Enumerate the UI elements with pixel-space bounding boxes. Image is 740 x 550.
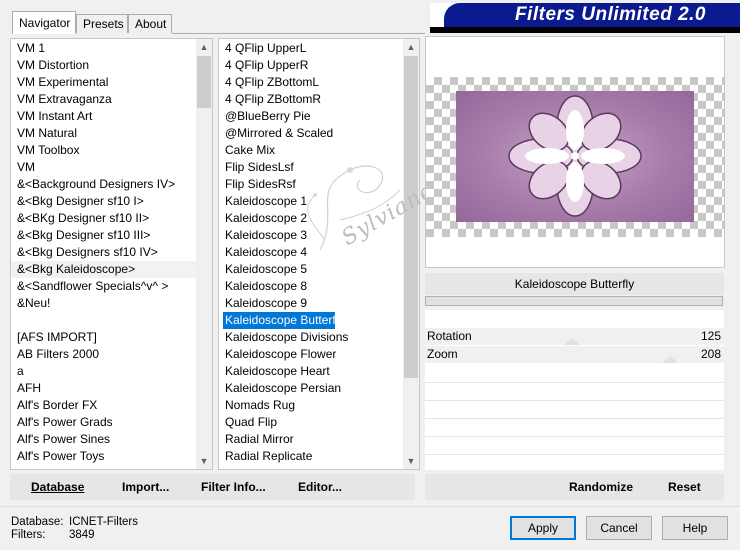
category-list-item[interactable]: &Neu! bbox=[11, 295, 196, 312]
category-list-item[interactable]: &<BKg Designer sf10 II> bbox=[11, 210, 196, 227]
status-filters-value: 3849 bbox=[69, 529, 95, 541]
category-list-item[interactable]: AFH bbox=[11, 380, 196, 397]
status-database-value: ICNET-Filters bbox=[69, 516, 138, 528]
filter-list-item[interactable]: Kaleidoscope Divisions bbox=[219, 329, 403, 346]
param-empty-row bbox=[425, 400, 724, 401]
help-button[interactable]: Help bbox=[662, 516, 728, 540]
reset-button[interactable]: Reset bbox=[668, 480, 701, 494]
category-list-item[interactable] bbox=[11, 312, 196, 329]
preview-panel bbox=[425, 36, 725, 268]
zoom-slider[interactable] bbox=[425, 354, 724, 364]
category-list-item[interactable]: VM Toolbox bbox=[11, 142, 196, 159]
left-toolbar: Database Import... Filter Info... Editor… bbox=[10, 474, 415, 500]
filter-list-item[interactable]: Quad Flip bbox=[219, 414, 403, 431]
apply-button[interactable]: Apply bbox=[510, 516, 576, 540]
filter-list-item[interactable]: Nomads Rug bbox=[219, 397, 403, 414]
category-list[interactable]: VM 1 VM Distortion VM Experimental VM Extra… bbox=[11, 40, 196, 469]
category-list-item[interactable]: &<Bkg Designers sf10 IV> bbox=[11, 244, 196, 261]
status-database-label: Database: bbox=[11, 516, 64, 528]
selected-filter-name: Kaleidoscope Butterfly bbox=[425, 273, 724, 295]
filter-list-item[interactable]: Kaleidoscope Heart bbox=[219, 363, 403, 380]
tab-divider bbox=[172, 33, 425, 34]
tab-navigator[interactable]: Navigator bbox=[12, 11, 76, 34]
randomize-button[interactable]: Randomize bbox=[569, 480, 633, 494]
import-button[interactable]: Import... bbox=[122, 480, 169, 494]
param-empty-row bbox=[425, 382, 724, 383]
preview-image bbox=[456, 91, 694, 222]
cancel-button[interactable]: Cancel bbox=[586, 516, 652, 540]
parameter-panel: Rotation 125 Zoom 208 bbox=[425, 310, 724, 470]
right-toolbar: Randomize Reset bbox=[425, 474, 724, 500]
scroll-down-icon[interactable]: ▼ bbox=[196, 453, 212, 469]
tab-presets[interactable]: Presets bbox=[76, 14, 128, 33]
category-list-item[interactable]: Alf's Power Sines bbox=[11, 431, 196, 448]
filter-list-item[interactable]: Kaleidoscope Flower bbox=[219, 346, 403, 363]
category-list-item[interactable]: &<Bkg Designer sf10 III> bbox=[11, 227, 196, 244]
filter-list-item[interactable]: 4 QFlip UpperR bbox=[219, 57, 403, 74]
tab-about[interactable]: About bbox=[128, 14, 172, 33]
filter-list-item[interactable]: @BlueBerry Pie bbox=[219, 108, 403, 125]
param-empty-row bbox=[425, 454, 724, 455]
filter-list-item[interactable]: Radial Replicate bbox=[219, 448, 403, 465]
category-list-item[interactable]: VM Extravaganza bbox=[11, 91, 196, 108]
category-list-item[interactable]: Alf's Power Toys bbox=[11, 448, 196, 465]
filter-list-item[interactable]: @Mirrored & Scaled bbox=[219, 125, 403, 142]
scroll-thumb[interactable] bbox=[197, 56, 211, 108]
category-list-item[interactable]: Alf's Power Grads bbox=[11, 414, 196, 431]
editor-button[interactable]: Editor... bbox=[298, 480, 342, 494]
category-list-panel: VM 1 VM Distortion VM Experimental VM Extra… bbox=[10, 38, 213, 470]
filter-list[interactable]: 4 QFlip UpperL 4 QFlip UpperR 4 QFlip ZBot… bbox=[219, 40, 403, 469]
database-button[interactable]: Database bbox=[31, 480, 84, 494]
filter-list-item[interactable]: Kaleidoscope 9 bbox=[219, 295, 403, 312]
filter-list-panel: 4 QFlip UpperL 4 QFlip UpperR 4 QFlip ZBot… bbox=[218, 38, 420, 470]
scroll-down-icon[interactable]: ▼ bbox=[403, 453, 419, 469]
category-list-item[interactable]: a bbox=[11, 363, 196, 380]
title-banner: Filters Unlimited 2.0 bbox=[430, 3, 740, 33]
status-filters-label: Filters: bbox=[11, 529, 46, 541]
filter-progress-bar bbox=[425, 296, 723, 306]
banner-title: Filters Unlimited 2.0 bbox=[514, 4, 706, 25]
butterfly-kaleidoscope-icon bbox=[508, 95, 642, 217]
category-list-item[interactable]: VM Distortion bbox=[11, 57, 196, 74]
status-separator bbox=[0, 506, 740, 507]
category-list-item[interactable]: &<Bkg Kaleidoscope> bbox=[11, 261, 196, 278]
category-list-item[interactable]: VM Experimental bbox=[11, 74, 196, 91]
preview-transparency-grid bbox=[426, 77, 724, 237]
filter-list-item[interactable]: Radial Mirror bbox=[219, 431, 403, 448]
rotation-slider[interactable] bbox=[425, 336, 724, 346]
filter-list-item[interactable]: Kaleidoscope 4 bbox=[219, 244, 403, 261]
scroll-up-icon[interactable]: ▲ bbox=[403, 39, 419, 55]
filter-scrollbar[interactable]: ▲ ▼ bbox=[403, 39, 419, 469]
filter-list-item[interactable]: Kaleidoscope Butterfly bbox=[222, 311, 344, 330]
filter-list-item[interactable]: 4 QFlip ZBottomL bbox=[219, 74, 403, 91]
filter-list-item[interactable]: 4 QFlip UpperL bbox=[219, 40, 403, 57]
scroll-up-icon[interactable]: ▲ bbox=[196, 39, 212, 55]
filter-list-item[interactable]: Kaleidoscope 5 bbox=[219, 261, 403, 278]
category-list-item[interactable]: &<Sandflower Specials^v^ > bbox=[11, 278, 196, 295]
filter-list-item[interactable]: 4 QFlip ZBottomR bbox=[219, 91, 403, 108]
category-list-item[interactable]: &<Bkg Designer sf10 I> bbox=[11, 193, 196, 210]
filter-list-item[interactable]: Kaleidoscope 8 bbox=[219, 278, 403, 295]
filter-list-item[interactable]: Kaleidoscope Persian bbox=[219, 380, 403, 397]
category-list-item[interactable]: VM Natural bbox=[11, 125, 196, 142]
filter-list-item[interactable]: Flip SidesLsf bbox=[219, 159, 403, 176]
category-list-item[interactable]: AB Filters 2000 bbox=[11, 346, 196, 363]
filter-list-item[interactable]: Cake Mix bbox=[219, 142, 403, 159]
category-list-item[interactable]: VM bbox=[11, 159, 196, 176]
category-list-item[interactable]: Alf's Border FX bbox=[11, 397, 196, 414]
category-list-item[interactable]: &<Background Designers IV> bbox=[11, 176, 196, 193]
category-list-item[interactable]: [AFS IMPORT] bbox=[11, 329, 196, 346]
param-empty-row bbox=[425, 436, 724, 437]
category-list-item[interactable]: VM 1 bbox=[11, 40, 196, 57]
param-empty-row bbox=[425, 418, 724, 419]
category-list-item[interactable]: VM Instant Art bbox=[11, 108, 196, 125]
filter-info-button[interactable]: Filter Info... bbox=[201, 480, 266, 494]
filter-list-item[interactable]: Flip SidesRsf bbox=[219, 176, 403, 193]
category-scrollbar[interactable]: ▲ ▼ bbox=[196, 39, 212, 469]
